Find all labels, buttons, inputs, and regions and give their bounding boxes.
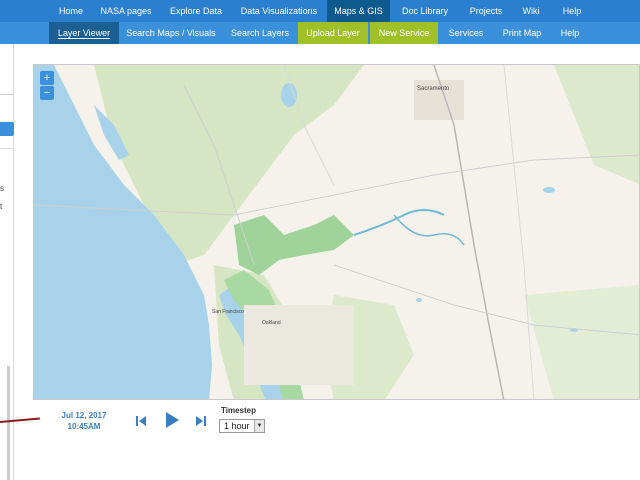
map-label-san-francisco: San Francisco: [212, 309, 244, 315]
subnav-layer-viewer-label: Layer Viewer: [57, 28, 111, 39]
subnav-services[interactable]: Services: [444, 22, 488, 44]
panel-divider: [0, 148, 14, 149]
map-label-sacramento: Sacramento: [417, 86, 450, 92]
subnav-print-map[interactable]: Print Map: [496, 22, 548, 44]
nav-nasa-pages[interactable]: NASA pages: [96, 0, 156, 22]
subnav-upload-layer[interactable]: Upload Layer: [298, 22, 368, 44]
subnav-layer-viewer[interactable]: Layer Viewer: [49, 22, 119, 44]
map-view[interactable]: + − Sacramento San Francisco Oakland: [33, 64, 640, 400]
subnav-search-maps-visuals[interactable]: Search Maps / Visuals: [124, 22, 218, 44]
map-label-oakland: Oakland: [262, 320, 281, 326]
skip-back-icon[interactable]: [136, 414, 146, 432]
nav-home[interactable]: Home: [50, 0, 92, 22]
panel-action-button[interactable]: [0, 122, 14, 136]
zoom-in-button[interactable]: +: [40, 71, 54, 85]
app-root: Home NASA pages Explore Data Data Visual…: [0, 0, 640, 480]
timestep-label: Timestep: [221, 406, 256, 415]
timestep-value: 1 hour: [224, 421, 250, 431]
basemap: [34, 65, 639, 399]
panel-text-fragment: t: [0, 202, 3, 211]
time-date: Jul 12, 2017: [61, 411, 107, 420]
nav-data-visualizations[interactable]: Data Visualizations: [234, 0, 324, 22]
subnav-search-layers[interactable]: Search Layers: [226, 22, 294, 44]
zoom-out-button[interactable]: −: [40, 86, 54, 100]
nav-maps-gis[interactable]: Maps & GIS: [327, 0, 390, 22]
chevron-down-icon: ▼: [254, 420, 264, 432]
nav-explore-data[interactable]: Explore Data: [164, 0, 228, 22]
skip-forward-icon[interactable]: [196, 414, 206, 432]
play-icon[interactable]: [166, 412, 179, 433]
panel-text-fragment: s: [0, 184, 4, 193]
subnav-help[interactable]: Help: [556, 22, 584, 44]
nav-projects[interactable]: Projects: [464, 0, 508, 22]
sub-nav: Layer Viewer Search Maps / Visuals Searc…: [0, 22, 640, 44]
top-nav: Home NASA pages Explore Data Data Visual…: [0, 0, 640, 22]
panel-scrollbar[interactable]: [7, 366, 10, 480]
time-time: 10:45AM: [67, 422, 101, 431]
layer-panel: s t: [0, 44, 14, 480]
nav-doc-library[interactable]: Doc Library: [396, 0, 454, 22]
panel-divider: [0, 94, 14, 95]
nav-help[interactable]: Help: [558, 0, 586, 22]
time-display: Jul 12, 2017 10:45AM: [52, 410, 116, 432]
subnav-new-service[interactable]: New Service: [370, 22, 438, 44]
timestep-select[interactable]: 1 hour ▼: [219, 419, 265, 433]
nav-wiki[interactable]: Wiki: [518, 0, 544, 22]
